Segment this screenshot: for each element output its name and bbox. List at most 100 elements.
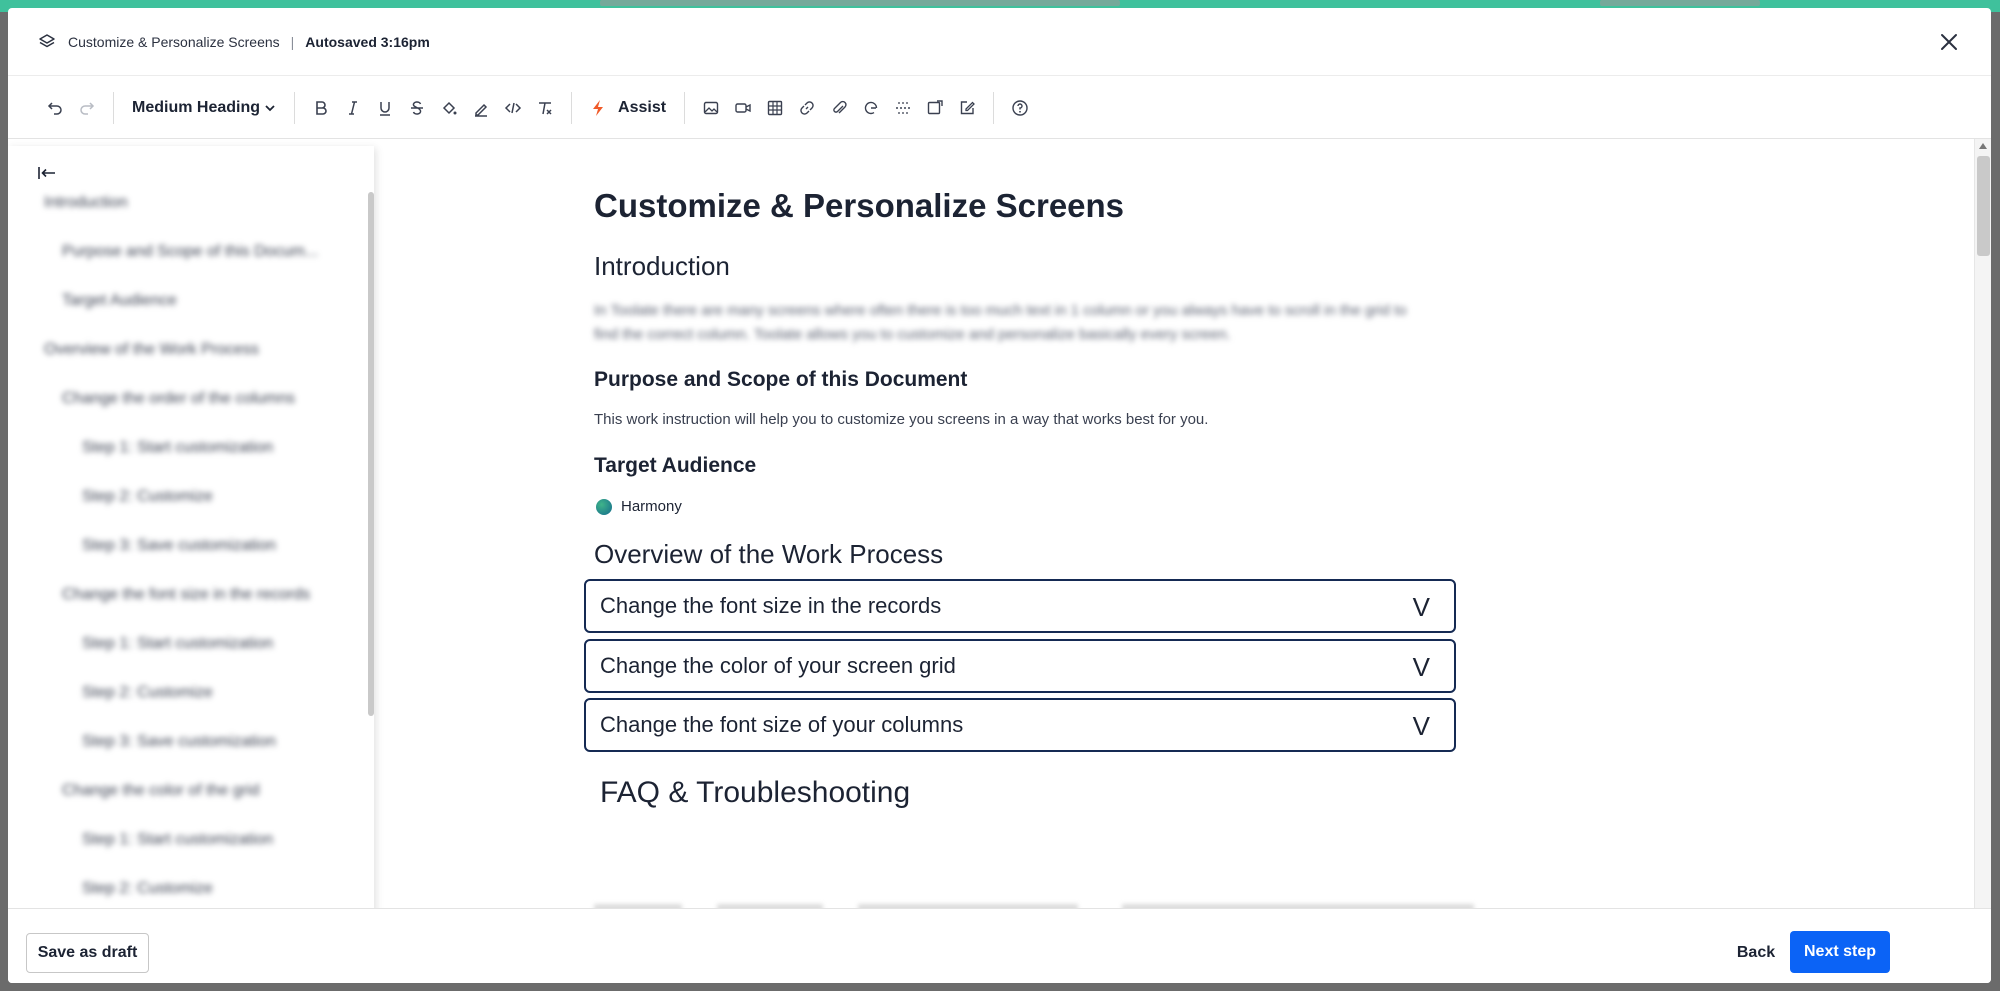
help-button[interactable] [1004, 92, 1036, 124]
attachment-button[interactable] [823, 92, 855, 124]
outline-item[interactable]: Change the order of the columns [62, 390, 295, 408]
background-button-ghost [1600, 0, 1760, 6]
chevron-down-icon: V [1412, 652, 1430, 682]
undo-icon [47, 101, 62, 115]
close-icon[interactable] [1937, 30, 1961, 54]
code-button[interactable] [497, 92, 529, 124]
strikethrough-icon [411, 100, 424, 115]
highlight-button[interactable] [465, 92, 497, 124]
scrollbar-thumb[interactable] [1977, 156, 1990, 256]
modal-header: Customize & Personalize Screens | Autosa… [8, 8, 1991, 76]
outline-item[interactable]: Purpose and Scope of this Docum... [62, 243, 318, 261]
video-icon [735, 102, 751, 113]
bold-icon [316, 100, 327, 115]
underline-button[interactable] [369, 92, 401, 124]
chevron-down-icon: V [1412, 711, 1430, 741]
globe-icon [596, 498, 612, 515]
background-search-ghost [600, 0, 1120, 6]
heading-faq[interactable]: FAQ & Troubleshooting [600, 776, 910, 810]
italic-icon [349, 100, 358, 115]
accordion-font-size-records[interactable]: Change the font size in the records V [584, 579, 1456, 633]
clear-format-button[interactable] [529, 92, 561, 124]
modal-footer: Save as draft Back Next step [8, 908, 1991, 983]
editor-modal: Customize & Personalize Screens | Autosa… [8, 8, 1991, 983]
insert-embed-button[interactable] [919, 92, 951, 124]
outline-item[interactable]: Overview of the Work Process [44, 341, 259, 359]
outline-sidebar: Introduction Purpose and Scope of this D… [8, 146, 374, 922]
clear-format-icon [539, 101, 552, 115]
outline-item[interactable]: Change the font size in the records [62, 586, 310, 604]
outline-item[interactable]: Change the color of the grid [62, 782, 259, 800]
outline-item[interactable]: Introduction [44, 194, 128, 212]
audience-chip[interactable]: Harmony [596, 498, 682, 515]
table-icon [767, 100, 783, 115]
accordion-color-screen-grid[interactable]: Change the color of your screen grid V [584, 639, 1456, 693]
outline-item[interactable]: Step 1: Start customization [82, 831, 273, 849]
toolbar-divider [294, 91, 296, 124]
code-icon [504, 102, 522, 113]
outline-item[interactable]: Step 2: Customize [82, 684, 213, 702]
save-draft-button[interactable]: Save as draft [26, 933, 149, 973]
redo-button[interactable] [71, 92, 103, 124]
autosave-status: Autosaved 3:16pm [305, 33, 430, 50]
insert-link-button[interactable] [791, 92, 823, 124]
assist-button[interactable]: Assist [582, 92, 674, 124]
insert-divider-button[interactable] [887, 92, 919, 124]
edit-button[interactable] [951, 92, 983, 124]
heading-style-label: Medium Heading [132, 98, 261, 116]
heading-purpose[interactable]: Purpose and Scope of this Document [594, 368, 967, 392]
introduction-paragraph[interactable]: In Toolate there are many screens where … [594, 299, 1424, 347]
edit-icon [960, 100, 975, 114]
outline-item[interactable]: Step 2: Customize [82, 488, 213, 506]
editor-toolbar: Medium Heading Assist [8, 77, 1991, 139]
heading-style-dropdown[interactable]: Medium Heading [124, 92, 284, 124]
outline-item[interactable]: Target Audience [62, 292, 177, 310]
document-title[interactable]: Customize & Personalize Screens [594, 187, 1124, 225]
outline-item[interactable]: Step 3: Save customization [82, 733, 276, 751]
document-canvas: Customize & Personalize Screens Introduc… [374, 139, 1974, 909]
attachment-icon [833, 100, 847, 113]
outline-item[interactable]: Step 1: Start customization [82, 635, 273, 653]
insert-image-button[interactable] [695, 92, 727, 124]
toolbar-divider [993, 91, 995, 124]
fill-color-icon [442, 101, 457, 114]
fill-color-button[interactable] [433, 92, 465, 124]
heading-introduction[interactable]: Introduction [594, 251, 730, 282]
lightning-icon [593, 99, 604, 116]
back-button[interactable]: Back [1721, 933, 1791, 973]
toolbar-divider [684, 91, 686, 124]
undo-button[interactable] [39, 92, 71, 124]
scroll-up-arrow-icon[interactable] [1979, 143, 1987, 149]
outline-item[interactable]: Step 3: Save customization [82, 537, 276, 555]
embed-icon [927, 99, 943, 114]
mention-button[interactable] [855, 92, 887, 124]
accordion-label: Change the color of your screen grid [600, 653, 956, 678]
image-icon [703, 101, 719, 114]
heading-overview[interactable]: Overview of the Work Process [594, 539, 943, 570]
highlight-icon [475, 103, 488, 117]
accordion-label: Change the font size of your columns [600, 712, 964, 737]
outline-item[interactable]: Step 1: Start customization [82, 439, 273, 457]
content-scrollbar[interactable] [1974, 139, 1991, 909]
accordion-label: Change the font size in the records [600, 593, 942, 618]
collapse-sidebar-icon[interactable] [36, 164, 58, 182]
chevron-down-icon: V [1412, 592, 1430, 622]
heading-target-audience[interactable]: Target Audience [594, 454, 756, 478]
layers-icon [39, 33, 55, 47]
next-step-button[interactable]: Next step [1790, 931, 1890, 973]
purpose-paragraph[interactable]: This work instruction will help you to c… [594, 411, 1208, 428]
insert-video-button[interactable] [727, 92, 759, 124]
bold-button[interactable] [305, 92, 337, 124]
redo-icon [80, 101, 95, 115]
assist-label: Assist [618, 98, 667, 116]
toolbar-divider [571, 91, 573, 124]
accordion-font-size-columns[interactable]: Change the font size of your columns V [584, 698, 1456, 752]
help-icon [1012, 99, 1028, 116]
sidebar-scrollbar[interactable] [368, 192, 374, 716]
italic-button[interactable] [337, 92, 369, 124]
insert-table-button[interactable] [759, 92, 791, 124]
strikethrough-button[interactable] [401, 92, 433, 124]
underline-icon [380, 101, 391, 116]
outline-item[interactable]: Step 2: Customize [82, 880, 213, 898]
header-separator: | [290, 33, 295, 50]
